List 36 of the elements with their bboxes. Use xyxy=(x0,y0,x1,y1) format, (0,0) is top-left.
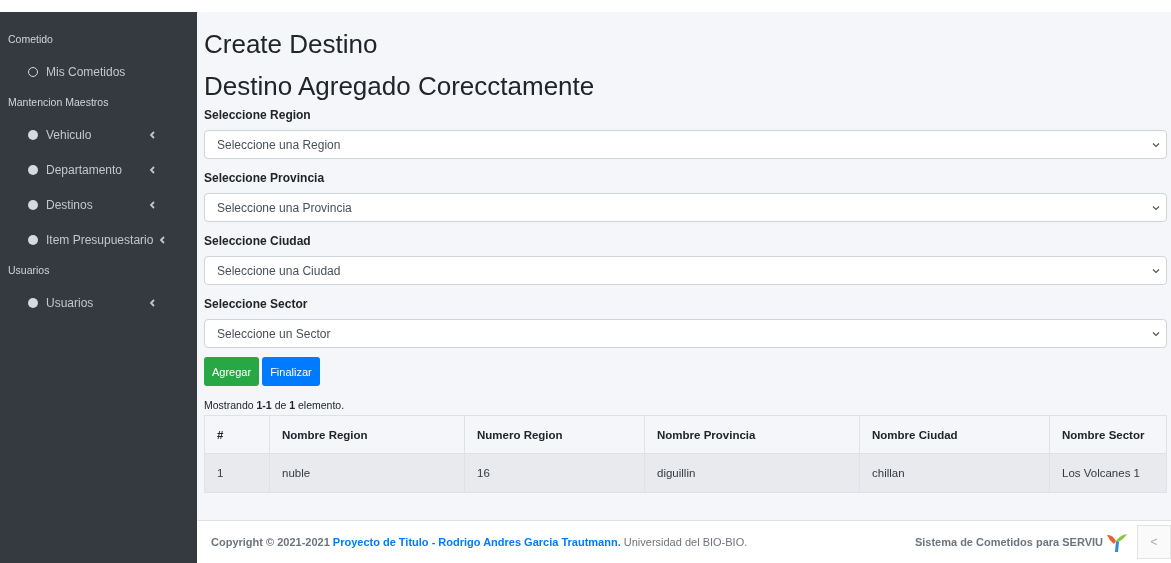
copyright-text: Copyright © 2021-2021 Proyecto de Titulo - Rodrigo Andres Garcia Trautmann. Universidad del BIO-BIO. xyxy=(211,536,748,548)
field-label: Seleccione Provincia xyxy=(204,171,326,185)
column-header: Nombre Provincia xyxy=(657,428,756,441)
table-cell: nuble xyxy=(282,467,311,479)
sidebar-header: Usuarios xyxy=(7,263,51,278)
select-field[interactable]: Seleccione una Region xyxy=(204,130,1167,159)
table-cell: 16 xyxy=(477,467,490,479)
select-field[interactable]: Seleccione una Ciudad xyxy=(204,256,1167,285)
column-header: Nombre Sector xyxy=(1062,428,1145,441)
table-cell: chillan xyxy=(872,467,905,479)
column-header: Nombre Ciudad xyxy=(872,428,958,441)
success-message: Destino Agregado Corecctamente xyxy=(204,70,596,102)
table-cell: Los Volcanes 1 xyxy=(1062,467,1140,479)
select-field[interactable]: Seleccione un Sector xyxy=(204,319,1167,348)
table-summary: Mostrando 1-1 de 1 elemento. xyxy=(204,399,346,411)
sidebar-item[interactable]: Vehiculo xyxy=(46,127,143,142)
select-field[interactable]: Seleccione una Provincia xyxy=(204,193,1167,222)
sidebar-header: Mantencion Maestros xyxy=(7,95,110,110)
column-header: Numero Region xyxy=(477,428,563,441)
field-label: Seleccione Ciudad xyxy=(204,234,312,248)
sidebar-item[interactable]: Item Presupuestario xyxy=(46,232,154,247)
project-link[interactable]: Proyecto de Titulo - Rodrigo Andres Garcia Trautmann. xyxy=(332,536,621,548)
table-cell: diguillin xyxy=(657,467,696,479)
column-header: Nombre Region xyxy=(282,428,368,441)
finish-button[interactable]: Finalizar xyxy=(262,357,320,386)
sidebar-item[interactable]: Departamento xyxy=(46,162,143,177)
sidebar-item[interactable]: Destinos xyxy=(46,197,143,212)
sidebar-item[interactable]: Mis Cometidos xyxy=(46,64,197,79)
sidebar-header: Cometido xyxy=(7,32,54,47)
system-name: Sistema de Cometidos para SERVIU xyxy=(914,536,1103,548)
field-label: Seleccione Region xyxy=(204,108,312,122)
column-header: # xyxy=(217,428,224,441)
page-title: Create Destino xyxy=(204,28,379,60)
table-cell: 1 xyxy=(217,467,224,479)
sidebar-item[interactable]: Usuarios xyxy=(46,295,143,310)
field-label: Seleccione Sector xyxy=(204,297,309,311)
